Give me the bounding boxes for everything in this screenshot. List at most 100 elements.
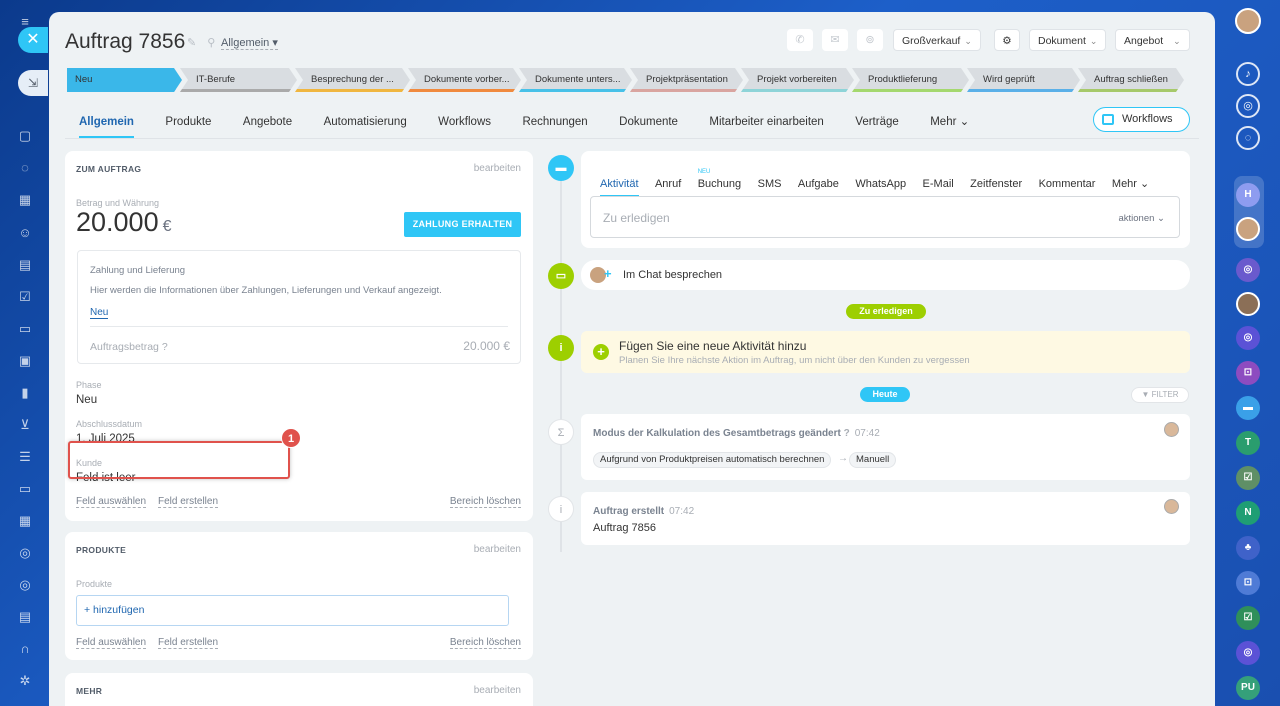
stage-3[interactable]: Besprechung der ... [295, 68, 410, 92]
offer-button[interactable]: Angebot ⌄ [1115, 29, 1190, 51]
chat-avatar-n[interactable]: N [1236, 501, 1260, 525]
chat-avatar-pu[interactable]: PU [1236, 676, 1260, 700]
calendar-icon[interactable]: ▦ [17, 192, 33, 208]
mail-icon[interactable]: ✉ [822, 29, 848, 51]
messenger-icon[interactable]: ◌ [1236, 126, 1260, 150]
payment-new-link[interactable]: Neu [90, 307, 109, 319]
title-edit-link-icons[interactable]: ✎ ⚲ [187, 36, 219, 49]
activity-stream-icon[interactable]: ◎ [1236, 94, 1260, 118]
act-tab-mehr[interactable]: Mehr ⌄ [1112, 177, 1149, 190]
checklist-icon[interactable]: ☑ [17, 289, 33, 305]
products-delete-section-link[interactable]: Bereich löschen [449, 637, 521, 649]
help-icon[interactable]: ? [162, 341, 168, 353]
tab-angebote[interactable]: Angebote [243, 116, 292, 128]
card-icon[interactable]: ▭ [17, 321, 33, 337]
payment-received-button[interactable]: ZAHLUNG ERHALTEN [404, 212, 521, 237]
act-tab-anruf[interactable]: Anruf [655, 178, 681, 190]
cart-icon[interactable]: ⊻ [17, 417, 33, 433]
act-tab-whatsapp[interactable]: WhatsApp [855, 178, 906, 190]
notifications-icon[interactable]: ♪ [1236, 62, 1260, 86]
chat-icon[interactable]: ◌ [17, 160, 33, 176]
settings-gear-icon[interactable]: ⚙ [994, 29, 1020, 51]
about-edit-link[interactable]: bearbeiten [474, 163, 521, 174]
board-icon[interactable]: ▣ [17, 353, 33, 369]
tab-vertraege[interactable]: Verträge [855, 116, 898, 128]
add-activity-icon[interactable]: + [593, 344, 609, 360]
phase-value[interactable]: Neu [76, 394, 97, 406]
chat-task-icon[interactable]: ☑ [1236, 466, 1260, 490]
act-tab-aktivitaet[interactable]: Aktivität [600, 178, 639, 197]
id-card-icon[interactable]: ▭ [17, 481, 33, 497]
stage-9[interactable]: Wird geprüft [967, 68, 1080, 92]
timeline-filter-button[interactable]: ▼ FILTER [1131, 387, 1189, 403]
phone-icon[interactable]: ✆ [787, 29, 813, 51]
act-tab-aufgabe[interactable]: Aufgabe [798, 178, 839, 190]
chat-lock-icon[interactable]: ⊡ [1236, 361, 1260, 385]
edit-doc-icon[interactable]: ▤ [17, 609, 33, 625]
category-select[interactable]: Großverkauf ⌄ [893, 29, 981, 51]
event-author-avatar[interactable] [1164, 422, 1179, 437]
target-icon[interactable]: ◎ [17, 577, 33, 593]
tab-mitarbeiter[interactable]: Mitarbeiter einarbeiten [709, 116, 823, 128]
headset-icon[interactable]: ∩ [17, 641, 33, 657]
stage-7[interactable]: Projekt vorbereiten [741, 68, 854, 92]
chat-task-icon-2[interactable]: ☑ [1236, 606, 1260, 630]
settings-icon[interactable]: ✲ [17, 673, 33, 689]
stage-5[interactable]: Dokumente unters... [519, 68, 632, 92]
stage-1[interactable]: Neu [67, 68, 182, 92]
analytics-icon[interactable]: ▮ [17, 385, 33, 401]
workflows-button[interactable]: Workflows [1093, 107, 1190, 132]
chat-avatar-group-2[interactable]: ◎ [1236, 326, 1260, 350]
minimize-slider-button[interactable]: ⇲ [18, 70, 48, 96]
stage-4[interactable]: Dokumente vorber... [408, 68, 521, 92]
document-button[interactable]: Dokument ⌄ [1029, 29, 1107, 51]
chat-avatar-user-2[interactable] [1236, 292, 1260, 316]
select-field-link[interactable]: Feld auswählen [76, 496, 147, 508]
user-avatar[interactable] [1235, 8, 1261, 34]
tab-automatisierung[interactable]: Automatisierung [324, 116, 407, 128]
tasks-icon[interactable]: ▢ [17, 128, 33, 144]
robot-icon[interactable]: ◎ [17, 545, 33, 561]
contacts-icon[interactable]: ☺ [17, 225, 33, 241]
tab-mehr[interactable]: Mehr ⌄ [930, 114, 969, 128]
event-help-icon[interactable]: ? [844, 428, 850, 439]
chat-avatar-user[interactable] [1236, 217, 1260, 241]
create-field-link[interactable]: Feld erstellen [158, 496, 219, 508]
stage-2[interactable]: IT-Berufe [180, 68, 297, 92]
todo-input[interactable]: Zu erledigen aktionen ⌄ [590, 196, 1180, 238]
share-icon[interactable]: ⊚ [857, 29, 883, 51]
products-edit-link[interactable]: bearbeiten [474, 544, 521, 555]
stage-6[interactable]: Projektpräsentation [630, 68, 743, 92]
chat-avatar-t[interactable]: T [1236, 431, 1260, 455]
stage-10[interactable]: Auftrag schließen [1078, 68, 1184, 92]
products-select-field-link[interactable]: Feld auswählen [76, 637, 147, 649]
chat-group-icon[interactable]: ♣ [1236, 536, 1260, 560]
tab-rechnungen[interactable]: Rechnungen [522, 116, 587, 128]
close-slider-button[interactable]: ✕ [18, 27, 48, 53]
discuss-in-chat-row[interactable]: + Im Chat besprechen [581, 260, 1190, 290]
products-create-field-link[interactable]: Feld erstellen [158, 637, 219, 649]
more-edit-link[interactable]: bearbeiten [474, 685, 521, 696]
chat-lock-icon-2[interactable]: ⊡ [1236, 571, 1260, 595]
act-tab-sms[interactable]: SMS [758, 178, 782, 190]
event-created-avatar[interactable] [1164, 499, 1179, 514]
documents-icon[interactable]: ▤ [17, 257, 33, 273]
chat-avatar-group[interactable]: ◎ [1236, 258, 1260, 282]
planner-icon[interactable]: ▦ [17, 513, 33, 529]
stack-icon[interactable]: ☰ [17, 449, 33, 465]
act-tab-email[interactable]: E-Mail [923, 178, 954, 190]
tab-produkte[interactable]: Produkte [165, 116, 211, 128]
act-tab-zeitfenster[interactable]: Zeitfenster [970, 178, 1022, 190]
chat-avatar-h[interactable]: H [1236, 183, 1260, 207]
tab-allgemein[interactable]: Allgemein [79, 116, 134, 138]
chat-avatar-group-3[interactable]: ◎ [1236, 641, 1260, 665]
add-product-field[interactable]: + hinzufügen [76, 595, 509, 626]
mode-selector[interactable]: Allgemein ▾ [221, 36, 278, 50]
act-tab-buchung[interactable]: NEU Buchung [698, 169, 741, 190]
add-participant-icon[interactable]: + [604, 266, 612, 281]
delete-section-link[interactable]: Bereich löschen [449, 496, 521, 508]
tab-dokumente[interactable]: Dokumente [619, 116, 678, 128]
actions-dropdown[interactable]: aktionen ⌄ [1118, 213, 1165, 224]
tab-workflows[interactable]: Workflows [438, 116, 491, 128]
chat-avatar-board[interactable]: ▬ [1236, 396, 1260, 420]
